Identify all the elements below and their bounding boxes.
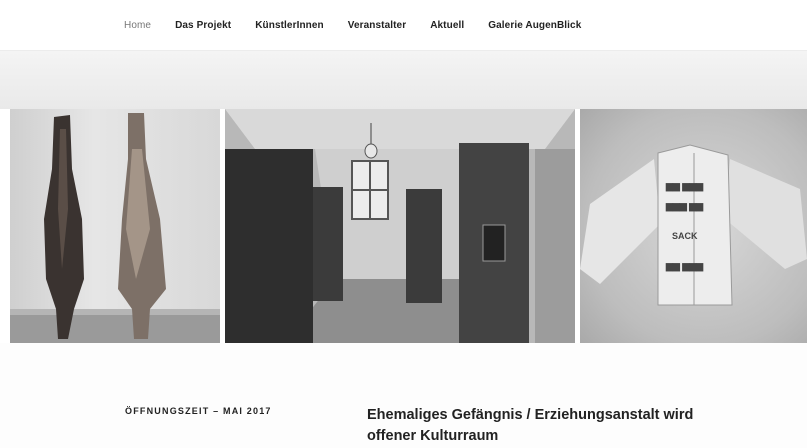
post-kicker: ÖFFNUNGSZEIT – MAI 2017: [125, 406, 272, 416]
svg-text:▆▆ ▆▆▆: ▆▆ ▆▆▆: [665, 261, 704, 272]
nav-item-kuenstlerinnen[interactable]: KünstlerInnen: [255, 20, 324, 31]
main-navigation: Home Das Projekt KünstlerInnen Veranstal…: [0, 0, 807, 51]
nav-menu: Home Das Projekt KünstlerInnen Veranstal…: [124, 20, 605, 31]
svg-text:▆▆▆ ▆▆: ▆▆▆ ▆▆: [665, 201, 704, 212]
nav-item-galerie-augenblick[interactable]: Galerie AugenBlick: [488, 20, 581, 31]
nav-item-das-projekt[interactable]: Das Projekt: [175, 20, 231, 31]
wooden-sculptures-photo: [10, 109, 220, 343]
post-title-line2[interactable]: offener Kulturraum: [367, 428, 498, 444]
post-title[interactable]: Ehemaliges Gefängnis / Erziehungsanstalt…: [367, 405, 747, 447]
header-band: [0, 51, 807, 109]
nav-item-veranstalter[interactable]: Veranstalter: [348, 20, 406, 31]
svg-text:▆▆ ▆▆▆: ▆▆ ▆▆▆: [665, 181, 704, 192]
shirt-print-text: SACK: [672, 231, 698, 241]
nav-item-home[interactable]: Home: [124, 20, 151, 31]
prison-corridor-photo: [225, 109, 575, 343]
nav-item-aktuell[interactable]: Aktuell: [430, 20, 464, 31]
shirt-artwork-photo: ▆▆ ▆▆▆ ▆▆▆ ▆▆ SACK ▆▆ ▆▆▆: [580, 109, 807, 343]
post-title-line1[interactable]: Ehemaliges Gefängnis / Erziehungsanstalt…: [367, 407, 693, 423]
